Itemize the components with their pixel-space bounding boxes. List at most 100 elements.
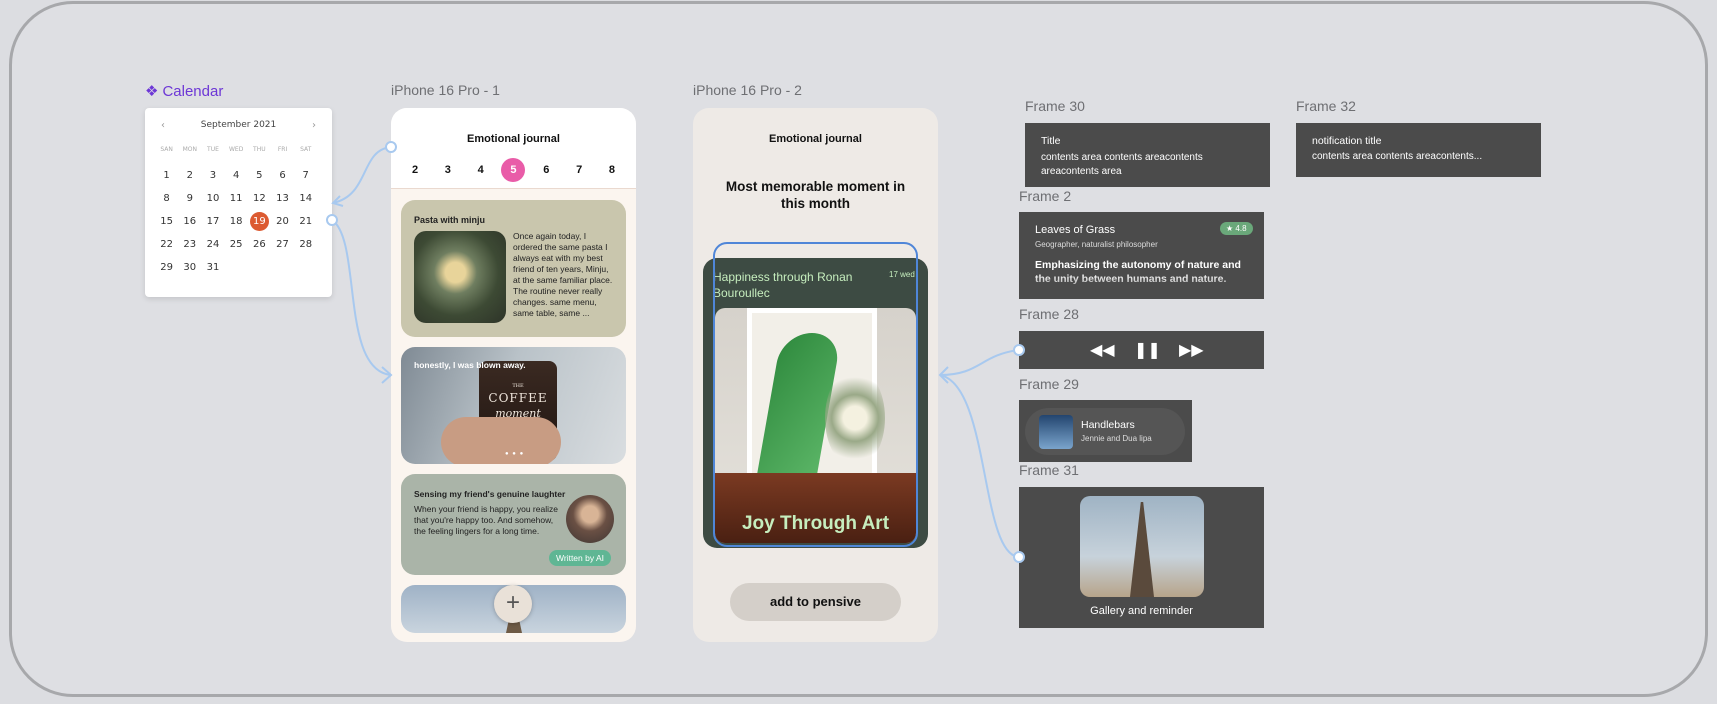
calendar-day[interactable]: 10: [201, 189, 224, 212]
calendar-month: September 2021: [200, 120, 277, 130]
album-art: [1039, 415, 1073, 449]
frame32-label[interactable]: Frame 32: [1296, 98, 1356, 114]
calendar-day[interactable]: 25: [225, 235, 248, 258]
memorable-heading: Most memorable moment in this month: [725, 179, 906, 211]
calendar-day[interactable]: 13: [271, 189, 294, 212]
frame28-label[interactable]: Frame 28: [1019, 306, 1079, 322]
component-icon: ❖: [145, 83, 159, 100]
calendar-day[interactable]: 14: [294, 189, 317, 212]
date-chip[interactable]: 2: [403, 158, 427, 182]
calendar-day[interactable]: 8: [155, 189, 178, 212]
song-artist: Jennie and Dua lipa: [1081, 434, 1152, 443]
calendar-day[interactable]: 12: [248, 189, 271, 212]
weekday-label: SAN: [160, 146, 173, 153]
card-body: contents area contents areacontents area…: [1041, 152, 1203, 177]
phone1-frame-label[interactable]: iPhone 16 Pro - 1: [391, 82, 500, 98]
cup-text-big: COFFEE: [488, 391, 548, 405]
fade-overlay: [1019, 274, 1264, 299]
calendar-day[interactable]: 20: [271, 212, 294, 235]
card-title: Sensing my friend's genuine laughter: [414, 489, 566, 499]
journal-card-pasta[interactable]: Pasta with minju Once again today, I ord…: [401, 200, 626, 337]
frame28-player-controls: ◀◀ ❚❚ ▶▶: [1019, 331, 1264, 369]
card-body: When your friend is happy, you realize t…: [414, 504, 558, 536]
calendar-day[interactable]: 18: [225, 212, 248, 235]
phone2-frame-label[interactable]: iPhone 16 Pro - 2: [693, 82, 802, 98]
cup-text-small: THE: [512, 383, 524, 389]
date-chip[interactable]: 3: [436, 158, 460, 182]
calendar-day[interactable]: 11: [225, 189, 248, 212]
calendar-day[interactable]: 24: [201, 235, 224, 258]
ai-badge: Written by AI: [549, 550, 612, 566]
calendar-day[interactable]: 1: [155, 166, 178, 189]
notification-title: notification title: [1312, 135, 1382, 147]
pasta-photo: [414, 231, 506, 323]
calendar-day[interactable]: 7: [294, 166, 317, 189]
frame30-label[interactable]: Frame 30: [1025, 98, 1085, 114]
book-title: Leaves of Grass: [1035, 224, 1116, 236]
calendar-day[interactable]: 22: [155, 235, 178, 258]
calendar-day[interactable]: 28: [294, 235, 317, 258]
phone2-screen: Emotional journal Most memorable moment …: [693, 108, 938, 642]
weekday-label: THU: [253, 146, 266, 153]
card-caption: honestly, I was blown away.: [414, 360, 526, 370]
frame32-notification[interactable]: notification title contents area content…: [1296, 123, 1541, 177]
date-strip: 2 3 4 5 6 7 8: [403, 158, 624, 182]
calendar-day[interactable]: 6: [271, 166, 294, 189]
frame29-now-playing[interactable]: Handlebars Jennie and Dua lipa: [1019, 400, 1192, 462]
add-to-pensive-button[interactable]: add to pensive: [730, 583, 901, 621]
hand-photo: [441, 417, 561, 464]
calendar-day[interactable]: 23: [178, 235, 201, 258]
calendar-day[interactable]: 16: [178, 212, 201, 235]
calendar-day[interactable]: 17: [201, 212, 224, 235]
card-title: Title: [1041, 135, 1061, 147]
frame31-label[interactable]: Frame 31: [1019, 462, 1079, 478]
eiffel-tower-photo: [1080, 496, 1204, 597]
journal-title: Emotional journal: [467, 133, 560, 145]
frame30-card[interactable]: Title contents area contents areacontent…: [1025, 123, 1270, 187]
tower-shape: [1130, 502, 1154, 597]
gallery-caption: Gallery and reminder: [1090, 605, 1193, 617]
weekday-label: WED: [228, 146, 244, 153]
frame2-label[interactable]: Frame 2: [1019, 188, 1071, 204]
card-body: Once again today, I ordered the same pas…: [513, 231, 613, 318]
calendar-day[interactable]: 31: [201, 258, 224, 281]
song-title: Handlebars: [1081, 419, 1135, 431]
frame31-gallery-card[interactable]: Gallery and reminder: [1019, 487, 1264, 628]
add-entry-button[interactable]: +: [494, 585, 532, 623]
weekday-label: FRI: [277, 146, 288, 153]
calendar-day[interactable]: 9: [178, 189, 201, 212]
rewind-icon[interactable]: ◀◀: [1090, 340, 1115, 360]
journal-card-coffee[interactable]: THE COFFEE moment honestly, I was blown …: [401, 347, 626, 464]
calendar-day[interactable]: 3: [201, 166, 224, 189]
weekday-label: TUE: [207, 146, 219, 153]
calendar-day[interactable]: 21: [294, 212, 317, 235]
selected-day[interactable]: 19: [249, 212, 269, 231]
fast-forward-icon[interactable]: ▶▶: [1179, 340, 1204, 360]
calendar-frame-label[interactable]: ❖ Calendar: [145, 82, 223, 100]
date-chip[interactable]: 7: [567, 158, 591, 182]
notification-body: contents area contents areacontents...: [1312, 151, 1483, 162]
calendar-day[interactable]: 19: [248, 212, 271, 235]
calendar-day[interactable]: 30: [178, 258, 201, 281]
frame29-label[interactable]: Frame 29: [1019, 376, 1079, 392]
journal-card-laughter[interactable]: Sensing my friend's genuine laughter Whe…: [401, 474, 626, 575]
next-month-icon[interactable]: ›: [312, 120, 316, 131]
rating-badge: ★ 4.8: [1220, 222, 1253, 235]
date-chip[interactable]: 6: [534, 158, 558, 182]
date-chip[interactable]: 8: [600, 158, 624, 182]
weekday-label: SAT: [300, 146, 312, 153]
carousel-dots[interactable]: ● ● ●: [505, 451, 524, 457]
frame2-quote-card[interactable]: Leaves of Grass Geographer, naturalist p…: [1019, 212, 1264, 299]
pause-icon[interactable]: ❚❚: [1134, 340, 1161, 360]
calendar-day[interactable]: 26: [248, 235, 271, 258]
calendar-day[interactable]: 15: [155, 212, 178, 235]
calendar-day[interactable]: 27: [271, 235, 294, 258]
calendar-day[interactable]: 29: [155, 258, 178, 281]
journal-title: Emotional journal: [769, 133, 862, 145]
calendar-day[interactable]: 4: [225, 166, 248, 189]
calendar-day[interactable]: 5: [248, 166, 271, 189]
date-chip[interactable]: 4: [469, 158, 493, 182]
calendar-day[interactable]: 2: [178, 166, 201, 189]
journal-header: Emotional journal 2 3 4 5 6 7 8: [391, 108, 636, 189]
date-chip-active[interactable]: 5: [501, 158, 526, 182]
